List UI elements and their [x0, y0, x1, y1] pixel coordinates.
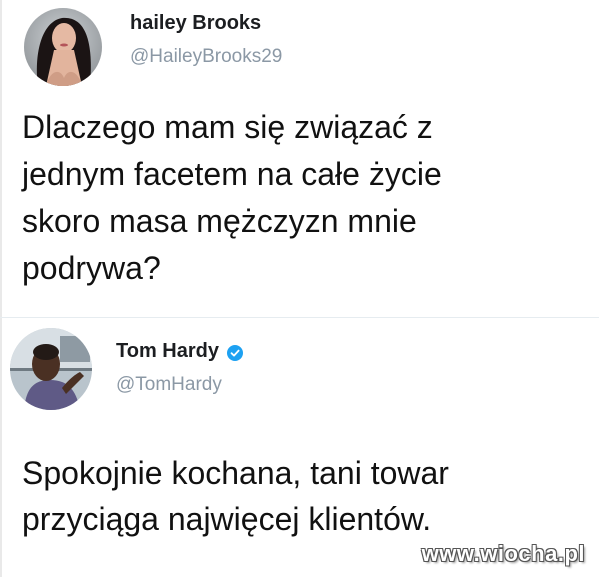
- avatar[interactable]: [10, 328, 92, 410]
- user-handle[interactable]: @HaileyBrooks29: [130, 46, 282, 68]
- avatar-image: [24, 8, 102, 86]
- user-handle[interactable]: @TomHardy: [116, 374, 222, 396]
- watermark: www.wiocha.pl: [421, 541, 585, 566]
- tweet-text: Spokojnie kochana, tani towar przyciąga …: [22, 455, 449, 537]
- tweet-1: hailey Brooks @HaileyBrooks29 Dlaczego m…: [0, 0, 599, 318]
- display-name[interactable]: Tom Hardy: [116, 340, 219, 363]
- tweet-screenshot: hailey Brooks @HaileyBrooks29 Dlaczego m…: [0, 0, 599, 577]
- author-name-row[interactable]: Tom Hardy: [116, 340, 243, 363]
- avatar[interactable]: [24, 8, 102, 86]
- display-name[interactable]: hailey Brooks: [130, 12, 261, 35]
- tweet-text: Dlaczego mam się związać z jednym facete…: [22, 109, 442, 286]
- tweet-divider: [0, 317, 599, 318]
- avatar-image: [10, 328, 92, 410]
- verified-badge-icon: [226, 344, 243, 361]
- author-name-row[interactable]: hailey Brooks: [130, 12, 261, 35]
